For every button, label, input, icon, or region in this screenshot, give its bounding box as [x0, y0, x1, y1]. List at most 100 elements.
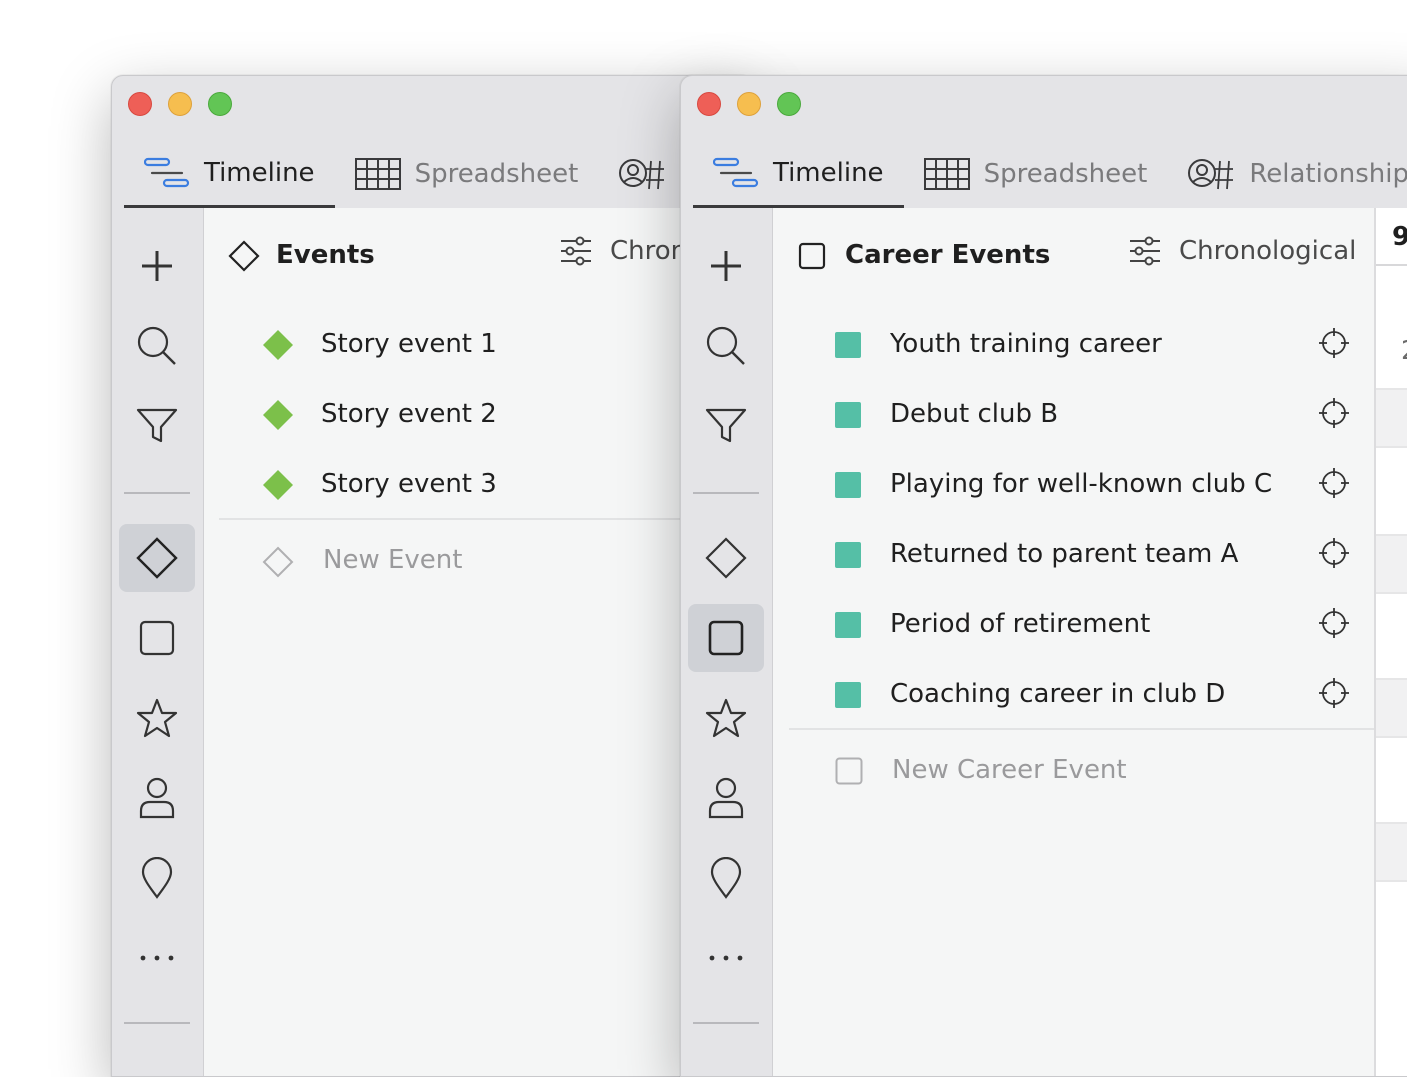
crosshair-icon[interactable]: [1319, 328, 1349, 358]
add-button[interactable]: [119, 232, 195, 300]
close-window-button[interactable]: [697, 92, 721, 116]
relationship-icon: [619, 159, 665, 190]
list-divider: [219, 518, 752, 520]
panel-title: Career Events: [845, 240, 1051, 270]
relationship-icon: [1188, 159, 1234, 190]
item-label: Debut club B: [890, 399, 1059, 429]
timeline-row-value: 2: [1401, 336, 1407, 366]
sort-control[interactable]: Chron: [560, 236, 687, 266]
list-item[interactable]: Debut club B: [773, 380, 1375, 450]
timeline-header: 9: [1376, 208, 1407, 266]
event-marker-icon: [263, 470, 293, 500]
tab-spreadsheet[interactable]: Spreadsheet: [335, 140, 599, 208]
person-icon: [139, 777, 175, 819]
panel-title: Events: [276, 240, 375, 270]
crosshair-icon[interactable]: [1319, 538, 1349, 568]
location-pin-icon: [710, 857, 742, 899]
tab-label: Timeline: [204, 157, 315, 188]
tab-timeline[interactable]: Timeline: [693, 140, 904, 208]
new-event-diamond-icon: [262, 546, 294, 578]
person-tool[interactable]: [688, 764, 764, 832]
sort-settings-icon: [1130, 236, 1160, 266]
list-item[interactable]: Period of retirement: [773, 590, 1375, 660]
left-toolbar: [681, 208, 773, 1076]
item-label: Youth training career: [890, 329, 1162, 359]
tab-label: Timeline: [773, 157, 884, 188]
search-icon: [706, 326, 745, 365]
career-marker-icon: [835, 402, 861, 428]
close-window-button[interactable]: [128, 92, 152, 116]
list-item[interactable]: Story event 3: [204, 450, 752, 520]
toolbar-divider: [693, 1022, 759, 1024]
new-item-row[interactable]: New Event: [204, 526, 752, 596]
filter-button[interactable]: [688, 392, 764, 460]
new-item-row[interactable]: New Career Event: [773, 736, 1375, 806]
timeline-icon: [713, 157, 759, 187]
tab-relationship[interactable]: Relationship: [1167, 140, 1407, 208]
events-tool[interactable]: [119, 524, 195, 592]
timeline-row-stripe: [1376, 534, 1407, 594]
list-item[interactable]: Playing for well-known club C: [773, 450, 1375, 520]
person-icon: [708, 777, 744, 819]
item-label: Story event 1: [321, 329, 497, 359]
view-tabs: Timeline Spreadsheet Re: [693, 140, 1407, 210]
search-button[interactable]: [688, 312, 764, 380]
list-item[interactable]: Coaching career in club D: [773, 660, 1375, 730]
square-tool[interactable]: [688, 604, 764, 672]
crosshair-icon[interactable]: [1319, 468, 1349, 498]
minimize-window-button[interactable]: [168, 92, 192, 116]
minimize-window-button[interactable]: [737, 92, 761, 116]
item-label: Returned to parent team A: [890, 539, 1239, 569]
tab-spreadsheet[interactable]: Spreadsheet: [904, 140, 1168, 208]
person-tool[interactable]: [119, 764, 195, 832]
zoom-window-button[interactable]: [208, 92, 232, 116]
more-button[interactable]: [688, 924, 764, 992]
more-icon: [140, 955, 174, 961]
front-window: Timeline Spreadsheet Relationship Career…: [680, 75, 1407, 1077]
spreadsheet-icon: [354, 158, 401, 190]
event-marker-icon: [263, 330, 293, 360]
search-icon: [137, 326, 176, 365]
add-button[interactable]: [688, 232, 764, 300]
zoom-window-button[interactable]: [777, 92, 801, 116]
event-diamond-icon: [228, 240, 260, 272]
sort-control[interactable]: Chronological: [1129, 236, 1356, 266]
career-marker-icon: [835, 472, 861, 498]
crosshair-icon[interactable]: [1319, 678, 1349, 708]
tab-label: Relationship: [1249, 159, 1407, 189]
square-tool[interactable]: [119, 604, 195, 672]
location-tool[interactable]: [688, 844, 764, 912]
star-icon: [705, 698, 747, 738]
search-button[interactable]: [119, 312, 195, 380]
spreadsheet-icon: [923, 158, 970, 190]
event-diamond-icon: [705, 537, 747, 579]
star-tool[interactable]: [688, 684, 764, 752]
list-divider: [789, 728, 1375, 730]
square-icon: [708, 620, 744, 656]
career-marker-icon: [835, 332, 861, 358]
item-label: Period of retirement: [890, 609, 1151, 639]
filter-icon: [705, 408, 747, 443]
timeline-header-value: 9: [1392, 222, 1407, 252]
window-controls: [128, 92, 232, 116]
list-item[interactable]: Story event 2: [204, 380, 752, 450]
list-item[interactable]: Returned to parent team A: [773, 520, 1375, 590]
events-tool[interactable]: [688, 524, 764, 592]
more-button[interactable]: [119, 924, 195, 992]
crosshair-icon[interactable]: [1319, 608, 1349, 638]
toolbar-divider: [124, 1022, 190, 1024]
panel-header: Career Events Chronological: [773, 208, 1375, 304]
list-item[interactable]: Youth training career: [773, 310, 1375, 380]
timeline-row-stripe: [1376, 678, 1407, 738]
star-tool[interactable]: [119, 684, 195, 752]
filter-button[interactable]: [119, 392, 195, 460]
tab-timeline[interactable]: Timeline: [124, 140, 335, 208]
list-item[interactable]: Story event 1: [204, 310, 752, 380]
tab-label: Spreadsheet: [983, 159, 1148, 189]
timeline-view-peek: 9 2: [1374, 208, 1407, 1076]
timeline-icon: [144, 157, 190, 187]
location-tool[interactable]: [119, 844, 195, 912]
tab-label: Spreadsheet: [414, 159, 579, 189]
crosshair-icon[interactable]: [1319, 398, 1349, 428]
new-item-label: New Event: [323, 545, 463, 575]
